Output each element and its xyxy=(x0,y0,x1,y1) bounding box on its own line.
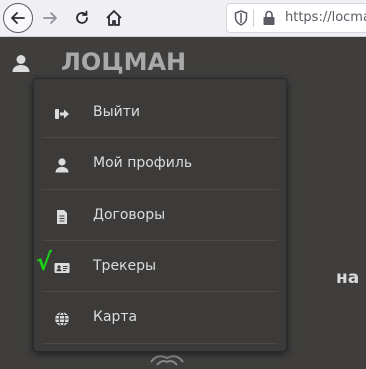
page-partial-heading: на xyxy=(336,268,360,288)
menu-divider xyxy=(42,291,278,292)
checkmark-icon: √ xyxy=(36,248,53,276)
brand-title[interactable]: ЛОЦМАН xyxy=(61,48,186,76)
menu-item-trackers[interactable]: Трекеры xyxy=(34,242,286,292)
menu-item-map[interactable]: Карта xyxy=(34,293,286,343)
reload-button[interactable] xyxy=(67,3,97,33)
home-button[interactable] xyxy=(99,3,129,33)
url-text[interactable]: https://locman xyxy=(285,10,366,25)
lock-icon[interactable] xyxy=(262,10,276,26)
menu-divider xyxy=(42,189,278,190)
menu-item-contracts[interactable]: Договоры xyxy=(34,191,286,241)
menu-item-profile[interactable]: Мой профиль xyxy=(34,139,286,189)
id-card-icon xyxy=(54,263,70,273)
back-button[interactable] xyxy=(3,3,33,33)
menu-item-logout[interactable]: Выйти xyxy=(34,88,286,138)
menu-item-label: Выйти xyxy=(93,104,141,120)
logo-icon xyxy=(150,355,184,366)
user-icon[interactable] xyxy=(11,53,31,73)
menu-item-label: Договоры xyxy=(93,207,166,223)
document-icon xyxy=(57,210,67,224)
menu-divider xyxy=(42,343,278,344)
arrow-left-icon xyxy=(11,12,25,24)
url-bar[interactable]: https://locman xyxy=(226,3,366,33)
menu-divider xyxy=(42,240,278,241)
menu-item-label: Трекеры xyxy=(93,258,157,274)
reload-icon xyxy=(76,10,88,24)
arrow-right-icon xyxy=(43,12,57,24)
menu-item-label: Мой профиль xyxy=(93,155,193,171)
menu-item-label: Карта xyxy=(93,309,138,325)
user-dropdown-menu: Выйти Мой профиль Договоры Трекеры Карта xyxy=(33,78,287,352)
shield-icon[interactable] xyxy=(234,10,248,26)
home-icon xyxy=(106,10,122,26)
menu-divider xyxy=(42,137,278,138)
forward-button[interactable] xyxy=(35,3,65,33)
globe-icon xyxy=(55,311,69,327)
url-separator xyxy=(253,9,254,27)
browser-toolbar: https://locman xyxy=(0,0,366,37)
user-icon xyxy=(55,158,69,173)
sign-out-icon xyxy=(55,109,69,119)
